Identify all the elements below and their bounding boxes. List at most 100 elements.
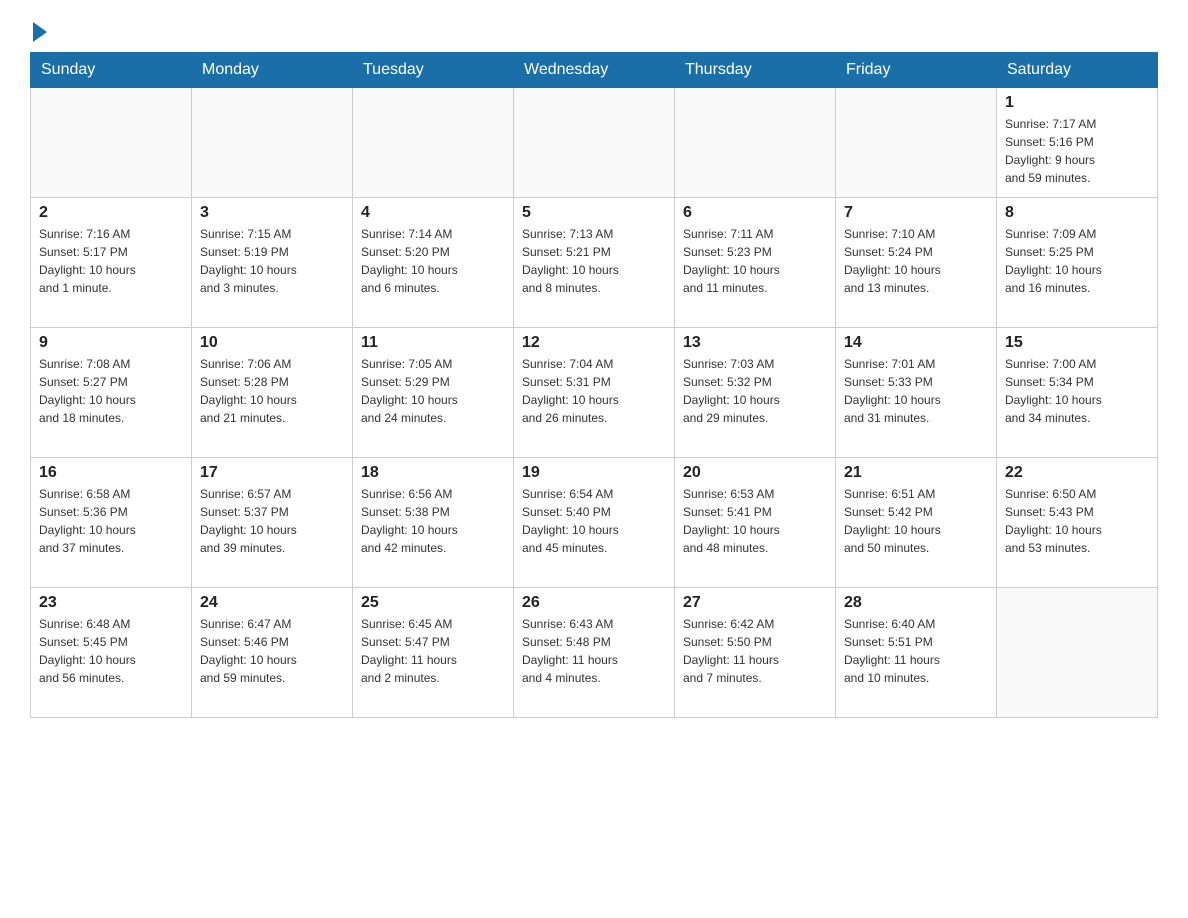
day-info: Sunrise: 6:56 AMSunset: 5:38 PMDaylight:… bbox=[361, 485, 505, 557]
calendar-day-cell: 18 Sunrise: 6:56 AMSunset: 5:38 PMDayligh… bbox=[353, 458, 514, 588]
calendar-day-cell: 12 Sunrise: 7:04 AMSunset: 5:31 PMDayligh… bbox=[514, 328, 675, 458]
day-number: 7 bbox=[844, 204, 988, 222]
day-number: 13 bbox=[683, 334, 827, 352]
calendar-day-cell: 23 Sunrise: 6:48 AMSunset: 5:45 PMDayligh… bbox=[31, 588, 192, 718]
day-info: Sunrise: 6:57 AMSunset: 5:37 PMDaylight:… bbox=[200, 485, 344, 557]
day-number: 8 bbox=[1005, 204, 1149, 222]
day-info: Sunrise: 7:04 AMSunset: 5:31 PMDaylight:… bbox=[522, 355, 666, 427]
day-info: Sunrise: 7:09 AMSunset: 5:25 PMDaylight:… bbox=[1005, 225, 1149, 297]
day-number: 16 bbox=[39, 464, 183, 482]
calendar-day-cell bbox=[514, 88, 675, 198]
calendar-day-cell bbox=[353, 88, 514, 198]
calendar-week-1: 1 Sunrise: 7:17 AMSunset: 5:16 PMDaylight… bbox=[31, 88, 1158, 198]
day-number: 5 bbox=[522, 204, 666, 222]
calendar-day-cell: 9 Sunrise: 7:08 AMSunset: 5:27 PMDaylight… bbox=[31, 328, 192, 458]
calendar-day-cell: 3 Sunrise: 7:15 AMSunset: 5:19 PMDaylight… bbox=[192, 198, 353, 328]
calendar-day-cell bbox=[836, 88, 997, 198]
logo bbox=[30, 20, 47, 42]
day-info: Sunrise: 7:14 AMSunset: 5:20 PMDaylight:… bbox=[361, 225, 505, 297]
weekday-header-saturday: Saturday bbox=[997, 53, 1158, 88]
day-number: 4 bbox=[361, 204, 505, 222]
weekday-header-thursday: Thursday bbox=[675, 53, 836, 88]
calendar-day-cell: 8 Sunrise: 7:09 AMSunset: 5:25 PMDaylight… bbox=[997, 198, 1158, 328]
day-info: Sunrise: 7:01 AMSunset: 5:33 PMDaylight:… bbox=[844, 355, 988, 427]
day-number: 3 bbox=[200, 204, 344, 222]
calendar-day-cell: 10Sunrise: 7:06 AMSunset: 5:28 PMDayligh… bbox=[192, 328, 353, 458]
weekday-header-friday: Friday bbox=[836, 53, 997, 88]
day-number: 20 bbox=[683, 464, 827, 482]
day-number: 17 bbox=[200, 464, 344, 482]
page-header bbox=[30, 20, 1158, 42]
day-info: Sunrise: 6:40 AMSunset: 5:51 PMDaylight:… bbox=[844, 615, 988, 687]
day-info: Sunrise: 6:53 AMSunset: 5:41 PMDaylight:… bbox=[683, 485, 827, 557]
day-info: Sunrise: 7:13 AMSunset: 5:21 PMDaylight:… bbox=[522, 225, 666, 297]
day-number: 25 bbox=[361, 594, 505, 612]
calendar-day-cell: 22 Sunrise: 6:50 AMSunset: 5:43 PMDayligh… bbox=[997, 458, 1158, 588]
day-number: 24 bbox=[200, 594, 344, 612]
calendar-day-cell: 4 Sunrise: 7:14 AMSunset: 5:20 PMDaylight… bbox=[353, 198, 514, 328]
calendar-day-cell bbox=[997, 588, 1158, 718]
calendar-day-cell: 13Sunrise: 7:03 AMSunset: 5:32 PMDayligh… bbox=[675, 328, 836, 458]
day-info: Sunrise: 7:05 AMSunset: 5:29 PMDaylight:… bbox=[361, 355, 505, 427]
calendar-day-cell: 19 Sunrise: 6:54 AMSunset: 5:40 PMDayligh… bbox=[514, 458, 675, 588]
day-info: Sunrise: 7:11 AMSunset: 5:23 PMDaylight:… bbox=[683, 225, 827, 297]
day-number: 26 bbox=[522, 594, 666, 612]
calendar-day-cell: 20 Sunrise: 6:53 AMSunset: 5:41 PMDayligh… bbox=[675, 458, 836, 588]
day-info: Sunrise: 7:08 AMSunset: 5:27 PMDaylight:… bbox=[39, 355, 183, 427]
day-info: Sunrise: 6:47 AMSunset: 5:46 PMDaylight:… bbox=[200, 615, 344, 687]
day-info: Sunrise: 7:17 AMSunset: 5:16 PMDaylight:… bbox=[1005, 115, 1149, 187]
day-number: 6 bbox=[683, 204, 827, 222]
day-number: 23 bbox=[39, 594, 183, 612]
day-info: Sunrise: 6:50 AMSunset: 5:43 PMDaylight:… bbox=[1005, 485, 1149, 557]
calendar-day-cell: 14 Sunrise: 7:01 AMSunset: 5:33 PMDayligh… bbox=[836, 328, 997, 458]
weekday-header-wednesday: Wednesday bbox=[514, 53, 675, 88]
day-number: 21 bbox=[844, 464, 988, 482]
day-info: Sunrise: 7:10 AMSunset: 5:24 PMDaylight:… bbox=[844, 225, 988, 297]
calendar-week-3: 9 Sunrise: 7:08 AMSunset: 5:27 PMDaylight… bbox=[31, 328, 1158, 458]
day-number: 2 bbox=[39, 204, 183, 222]
day-info: Sunrise: 6:51 AMSunset: 5:42 PMDaylight:… bbox=[844, 485, 988, 557]
day-number: 19 bbox=[522, 464, 666, 482]
calendar-day-cell bbox=[675, 88, 836, 198]
day-info: Sunrise: 7:15 AMSunset: 5:19 PMDaylight:… bbox=[200, 225, 344, 297]
day-info: Sunrise: 6:54 AMSunset: 5:40 PMDaylight:… bbox=[522, 485, 666, 557]
day-info: Sunrise: 6:48 AMSunset: 5:45 PMDaylight:… bbox=[39, 615, 183, 687]
day-info: Sunrise: 6:43 AMSunset: 5:48 PMDaylight:… bbox=[522, 615, 666, 687]
day-info: Sunrise: 7:06 AMSunset: 5:28 PMDaylight:… bbox=[200, 355, 344, 427]
day-info: Sunrise: 7:16 AMSunset: 5:17 PMDaylight:… bbox=[39, 225, 183, 297]
calendar-day-cell: 24 Sunrise: 6:47 AMSunset: 5:46 PMDayligh… bbox=[192, 588, 353, 718]
weekday-header-monday: Monday bbox=[192, 53, 353, 88]
calendar-day-cell: 2 Sunrise: 7:16 AMSunset: 5:17 PMDaylight… bbox=[31, 198, 192, 328]
calendar-day-cell: 27 Sunrise: 6:42 AMSunset: 5:50 PMDayligh… bbox=[675, 588, 836, 718]
calendar-day-cell: 11 Sunrise: 7:05 AMSunset: 5:29 PMDayligh… bbox=[353, 328, 514, 458]
day-number: 27 bbox=[683, 594, 827, 612]
day-number: 28 bbox=[844, 594, 988, 612]
calendar-day-cell: 7 Sunrise: 7:10 AMSunset: 5:24 PMDaylight… bbox=[836, 198, 997, 328]
day-number: 14 bbox=[844, 334, 988, 352]
day-number: 18 bbox=[361, 464, 505, 482]
day-number: 1 bbox=[1005, 94, 1149, 112]
calendar-day-cell: 15Sunrise: 7:00 AMSunset: 5:34 PMDayligh… bbox=[997, 328, 1158, 458]
day-number: 9 bbox=[39, 334, 183, 352]
weekday-header-sunday: Sunday bbox=[31, 53, 192, 88]
logo-arrow-icon bbox=[33, 22, 47, 42]
day-number: 22 bbox=[1005, 464, 1149, 482]
day-number: 12 bbox=[522, 334, 666, 352]
day-info: Sunrise: 7:00 AMSunset: 5:34 PMDaylight:… bbox=[1005, 355, 1149, 427]
calendar-table: SundayMondayTuesdayWednesdayThursdayFrid… bbox=[30, 52, 1158, 718]
day-number: 11 bbox=[361, 334, 505, 352]
weekday-header-row: SundayMondayTuesdayWednesdayThursdayFrid… bbox=[31, 53, 1158, 88]
day-info: Sunrise: 6:42 AMSunset: 5:50 PMDaylight:… bbox=[683, 615, 827, 687]
calendar-day-cell: 6 Sunrise: 7:11 AMSunset: 5:23 PMDaylight… bbox=[675, 198, 836, 328]
calendar-day-cell: 21 Sunrise: 6:51 AMSunset: 5:42 PMDayligh… bbox=[836, 458, 997, 588]
weekday-header-tuesday: Tuesday bbox=[353, 53, 514, 88]
calendar-day-cell bbox=[31, 88, 192, 198]
day-info: Sunrise: 6:45 AMSunset: 5:47 PMDaylight:… bbox=[361, 615, 505, 687]
calendar-day-cell: 26 Sunrise: 6:43 AMSunset: 5:48 PMDayligh… bbox=[514, 588, 675, 718]
calendar-day-cell: 1 Sunrise: 7:17 AMSunset: 5:16 PMDaylight… bbox=[997, 88, 1158, 198]
calendar-day-cell: 25 Sunrise: 6:45 AMSunset: 5:47 PMDayligh… bbox=[353, 588, 514, 718]
day-info: Sunrise: 6:58 AMSunset: 5:36 PMDaylight:… bbox=[39, 485, 183, 557]
calendar-day-cell: 5 Sunrise: 7:13 AMSunset: 5:21 PMDaylight… bbox=[514, 198, 675, 328]
calendar-week-5: 23 Sunrise: 6:48 AMSunset: 5:45 PMDayligh… bbox=[31, 588, 1158, 718]
calendar-day-cell bbox=[192, 88, 353, 198]
